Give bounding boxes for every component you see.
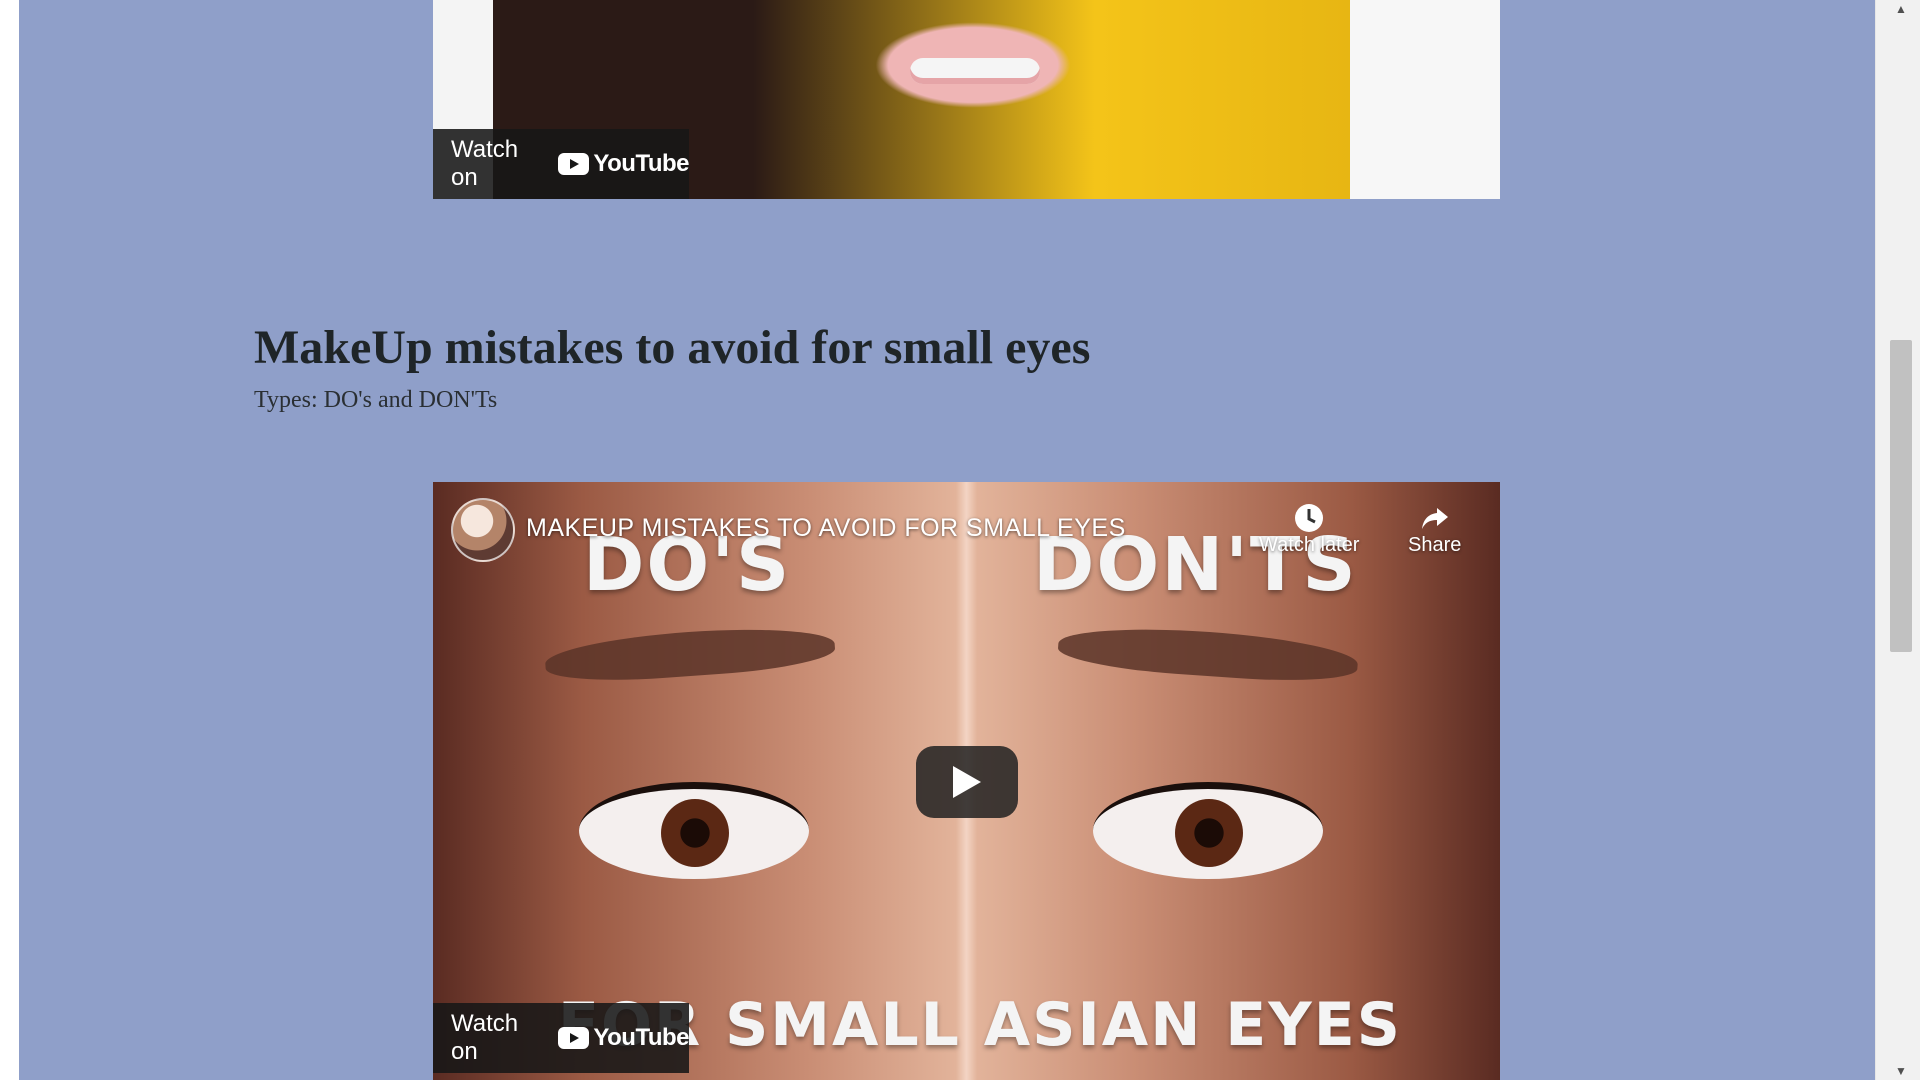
youtube-wordmark: YouTube [593, 1024, 689, 1051]
share-label: Share [1408, 534, 1462, 556]
play-icon [953, 766, 981, 798]
watch-on-youtube-button[interactable]: Watch on YouTube [433, 1003, 689, 1073]
thumbnail-right-iris [1175, 799, 1243, 867]
thumbnail-right-eye [1093, 782, 1323, 879]
clock-icon [1295, 504, 1324, 532]
scroll-up-arrow-icon[interactable]: ▲ [1890, 0, 1912, 18]
youtube-embed-bottom[interactable]: DO'S DON'TS FOR SMALL ASIAN EYES MAKEUP … [433, 482, 1500, 1080]
video-header: MAKEUP MISTAKES TO AVOID FOR SMALL EYES … [433, 498, 1500, 568]
youtube-play-icon [558, 153, 590, 175]
youtube-logo: YouTube [558, 1024, 689, 1052]
thumbnail-left-eye [579, 782, 809, 879]
section-subtitle: Types: DO's and DON'Ts [254, 387, 498, 413]
thumbnail-collar-right [1350, 0, 1500, 199]
play-button[interactable] [916, 746, 1018, 818]
share-arrow-icon [1421, 508, 1448, 529]
vertical-scrollbar[interactable]: ▲ ▼ [1875, 0, 1920, 1080]
thumbnail-left-iris [661, 799, 729, 867]
page-background: Watch on YouTube MakeUp mistakes to avoi… [19, 0, 1876, 1080]
youtube-wordmark: YouTube [593, 150, 689, 177]
youtube-embed-top[interactable]: Watch on YouTube [433, 0, 1500, 199]
watch-later-label: Watch later [1259, 534, 1360, 556]
youtube-logo: YouTube [558, 150, 689, 178]
thumbnail-right-brow [1056, 621, 1360, 687]
thumbnail-left-brow [543, 621, 837, 687]
scroll-down-arrow-icon[interactable]: ▼ [1890, 1062, 1912, 1080]
video-title[interactable]: MAKEUP MISTAKES TO AVOID FOR SMALL EYES [526, 514, 1126, 543]
section-title: MakeUp mistakes to avoid for small eyes [254, 321, 1091, 374]
watch-on-label: Watch on [451, 1010, 519, 1065]
left-gutter [0, 0, 19, 1080]
watch-later-button[interactable]: Watch later [1259, 502, 1359, 557]
scrollbar-thumb[interactable] [1890, 340, 1912, 652]
watch-on-youtube-button[interactable]: Watch on YouTube [433, 129, 689, 199]
watch-on-label: Watch on [451, 136, 519, 191]
channel-avatar[interactable] [451, 498, 515, 562]
share-button[interactable]: Share [1408, 502, 1461, 557]
youtube-play-icon [558, 1027, 590, 1049]
thumbnail-lips [848, 10, 1098, 120]
